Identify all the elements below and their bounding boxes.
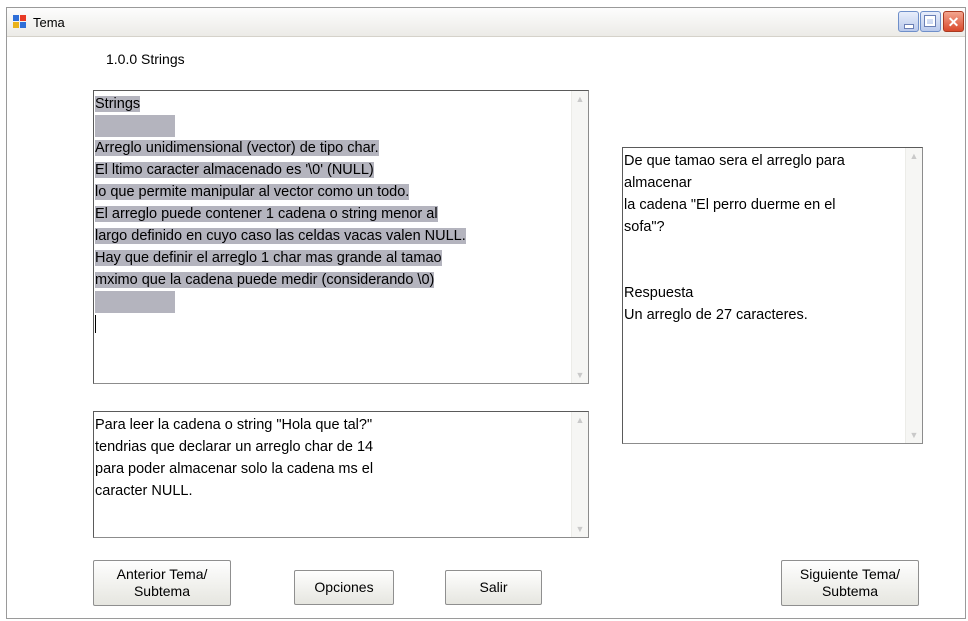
options-button[interactable]: Opciones	[294, 570, 394, 605]
app-window: Tema ✕ 1.0.0 Strings Strings Arreglo unid…	[6, 7, 966, 619]
text-line: lo que permite manipular al vector como …	[95, 184, 410, 200]
text-line: largo definido en cuyo caso las celdas v…	[95, 228, 466, 244]
client-area: 1.0.0 Strings Strings Arreglo unidimensio…	[7, 37, 965, 618]
next-topic-button[interactable]: Siguiente Tema/ Subtema	[781, 560, 919, 606]
text-line	[95, 115, 570, 137]
example-text-area[interactable]: Para leer la cadena o string "Hola que t…	[93, 411, 589, 538]
question-text-scrollbar[interactable]: ▲ ▼	[905, 148, 922, 443]
title-bar[interactable]: Tema ✕	[7, 8, 965, 37]
scroll-up-arrow[interactable]: ▲	[572, 91, 588, 107]
scroll-up-arrow[interactable]: ▲	[906, 148, 922, 164]
close-icon: ✕	[947, 14, 960, 30]
text-line: Un arreglo de 27 caracteres.	[624, 307, 808, 323]
text-line: almacenar	[624, 175, 692, 191]
exit-button[interactable]: Salir	[445, 570, 542, 605]
text-line: para poder almacenar solo la cadena ms e…	[95, 461, 374, 477]
text-line: De que tamao sera el arreglo para	[624, 153, 845, 169]
text-line	[624, 260, 904, 282]
scroll-down-arrow[interactable]: ▼	[572, 521, 588, 537]
previous-topic-button[interactable]: Anterior Tema/ Subtema	[93, 560, 231, 606]
text-line: El arreglo puede contener 1 cadena o str…	[95, 206, 438, 222]
question-text-area[interactable]: De que tamao sera el arreglo para almacen…	[622, 147, 923, 444]
example-text-content: Para leer la cadena o string "Hola que t…	[95, 414, 570, 537]
scroll-up-arrow[interactable]: ▲	[572, 412, 588, 428]
question-text-content: De que tamao sera el arreglo para almacen…	[624, 150, 904, 443]
text-caret	[95, 315, 96, 333]
text-line: tendrias que declarar un arreglo char de…	[95, 439, 374, 455]
topic-text-area[interactable]: Strings Arreglo unidimensional (vector) d…	[93, 90, 589, 384]
text-line: Hay que definir el arreglo 1 char mas gr…	[95, 250, 442, 266]
scroll-down-arrow[interactable]: ▼	[572, 367, 588, 383]
scroll-down-arrow[interactable]: ▼	[906, 427, 922, 443]
text-line: Arreglo unidimensional (vector) de tipo …	[95, 140, 379, 156]
text-line: mximo que la cadena puede medir (conside…	[95, 272, 435, 288]
text-line: El ltimo caracter almacenado es '\0' (NU…	[95, 162, 374, 178]
text-line	[624, 238, 904, 260]
topic-text-content: Strings Arreglo unidimensional (vector) d…	[95, 93, 570, 383]
text-line: sofa"?	[624, 219, 665, 235]
topic-text-scrollbar[interactable]: ▲ ▼	[571, 91, 588, 383]
maximize-button[interactable]	[920, 11, 941, 32]
maximize-icon	[924, 15, 936, 27]
window-title: Tema	[33, 15, 65, 30]
app-icon	[13, 15, 27, 29]
text-line: caracter NULL.	[95, 483, 193, 499]
topic-label: 1.0.0 Strings	[106, 51, 185, 67]
example-text-scrollbar[interactable]: ▲ ▼	[571, 412, 588, 537]
close-button[interactable]: ✕	[943, 11, 964, 32]
minimize-icon	[904, 24, 914, 29]
minimize-button[interactable]	[898, 11, 919, 32]
text-line: Para leer la cadena o string "Hola que t…	[95, 417, 373, 433]
text-line: Strings	[95, 96, 141, 112]
text-line	[95, 291, 570, 313]
text-line: la cadena "El perro duerme en el	[624, 197, 836, 213]
text-line: Respuesta	[624, 285, 694, 301]
